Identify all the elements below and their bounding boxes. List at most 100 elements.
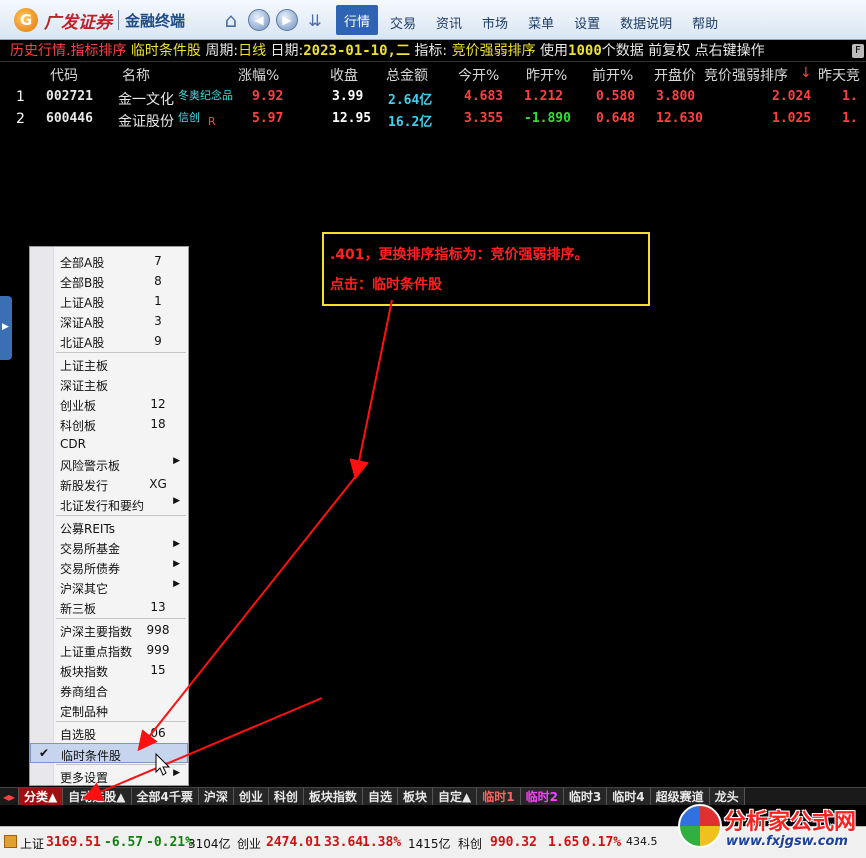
column-header[interactable]: 竞价强弱排序: [704, 65, 788, 85]
popup-menu-label: 上证重点指数: [60, 645, 133, 659]
popup-menu-item[interactable]: 科创板 18: [30, 414, 188, 434]
chevron-right-icon: ▶: [2, 322, 9, 332]
popup-menu-item[interactable]: 券商组合: [30, 680, 188, 700]
popup-menu-label: 科创板: [60, 419, 97, 433]
back-icon[interactable]: ◀: [248, 9, 270, 31]
popup-menu-item[interactable]: 定制品种: [30, 700, 188, 720]
cell-amt: 16.2亿: [388, 115, 433, 130]
cy-index-amount: 1415亿: [408, 837, 451, 851]
popup-menu-label: 更多设置: [60, 771, 109, 785]
popup-menu-item[interactable]: 上证A股 1: [30, 291, 188, 311]
double-chevron-down-icon[interactable]: ⇊: [304, 9, 326, 31]
tab-scroll-arrows[interactable]: ◂▸: [0, 788, 20, 805]
home-icon[interactable]: ⌂: [220, 8, 242, 32]
side-panel-toggle[interactable]: ▶: [0, 296, 12, 360]
bottom-tab[interactable]: 自定▲: [432, 788, 478, 805]
condition-name: 临时条件股: [130, 43, 201, 59]
column-header[interactable]: 昨天竞: [818, 65, 860, 85]
column-header[interactable]: 开盘价: [654, 65, 696, 85]
bottom-tab[interactable]: 自动选股▲: [63, 788, 132, 805]
popup-menu-label: 深证主板: [60, 379, 109, 393]
popup-menu-item[interactable]: 板块指数 15: [30, 660, 188, 680]
cell-zk: 1.212: [524, 89, 564, 104]
popup-menu-item[interactable]: 交易所基金 ▶: [30, 537, 188, 557]
view-mode: 历史行情.指标排序: [10, 43, 127, 59]
popup-menu-item[interactable]: 创业板 12: [30, 394, 188, 414]
column-header[interactable]: 涨幅%: [238, 65, 279, 85]
popup-menu-label: 公募REITs: [60, 522, 116, 536]
bottom-tab[interactable]: 沪深: [198, 788, 234, 805]
adjust-mode[interactable]: 前复权: [648, 43, 690, 59]
menu-item[interactable]: 帮助: [684, 9, 726, 35]
popup-menu-item[interactable]: 公募REITs: [30, 517, 188, 537]
kc-index-value: 990.32: [490, 835, 537, 850]
column-header[interactable]: ↓: [800, 65, 812, 81]
kc-index-label: 科创: [458, 837, 483, 851]
popup-menu-item[interactable]: 北证A股 9: [30, 331, 188, 351]
popup-menu-shortcut: 18: [150, 417, 166, 431]
checkmark-icon: ✔: [39, 746, 50, 760]
popup-menu-item[interactable]: CDR: [30, 434, 188, 454]
column-header[interactable]: 收盘: [330, 65, 358, 85]
cy-index-change: 33.64: [324, 835, 364, 850]
column-header[interactable]: 前开%: [592, 65, 633, 85]
popup-menu-item[interactable]: 全部A股 7: [30, 251, 188, 271]
bottom-tab[interactable]: 临时2: [520, 788, 564, 805]
use-label: 使用: [540, 43, 569, 59]
menu-item[interactable]: 设置: [566, 9, 608, 35]
popup-menu-item[interactable]: 北证发行和要约 ▶: [30, 494, 188, 514]
popup-menu-label: 定制品种: [60, 705, 109, 719]
popup-menu-item[interactable]: 风险警示板 ▶: [30, 454, 188, 474]
popup-menu-item[interactable]: 沪深主要指数 998: [30, 620, 188, 640]
bottom-tab[interactable]: 板块: [397, 788, 433, 805]
title-expand-icon[interactable]: F: [852, 44, 864, 58]
status-icon[interactable]: [4, 835, 17, 848]
popup-menu-item[interactable]: ✔ 临时条件股: [30, 743, 188, 763]
period-value: 日线: [238, 43, 267, 59]
logo: G 广发证券 金融终端: [14, 7, 185, 33]
column-header[interactable]: 昨开%: [526, 65, 567, 85]
menu-item[interactable]: 数据说明: [612, 9, 680, 35]
bottom-tab[interactable]: 临时4: [607, 788, 651, 805]
category-popup-menu: 全部A股 7 全部B股 8 上证A股 1 深证A股 3 北证A股 9 上证主板 深证主板 创业板 12 科创…: [29, 246, 189, 786]
bottom-tab[interactable]: 临时3: [563, 788, 608, 805]
forward-icon[interactable]: ▶: [276, 9, 298, 31]
popup-menu-item[interactable]: 交易所债券 ▶: [30, 557, 188, 577]
menu-item[interactable]: 菜单: [520, 9, 562, 35]
popup-menu-item[interactable]: 新股发行 XG: [30, 474, 188, 494]
bottom-tab[interactable]: 全部4千票: [131, 788, 199, 805]
menu-item[interactable]: 资讯: [428, 9, 470, 35]
popup-menu-item[interactable]: 上证主板: [30, 354, 188, 374]
popup-menu-item[interactable]: 全部B股 8: [30, 271, 188, 291]
popup-menu-item[interactable]: 深证A股 3: [30, 311, 188, 331]
menu-item[interactable]: 交易: [382, 9, 424, 35]
bottom-tab[interactable]: 自选: [362, 788, 398, 805]
cell-prev: 1.: [842, 111, 858, 126]
column-header[interactable]: 名称: [122, 65, 150, 85]
submenu-arrow-icon: ▶: [173, 496, 180, 506]
popup-menu-item[interactable]: 上证重点指数 999: [30, 640, 188, 660]
bottom-tab[interactable]: 临时1: [477, 788, 521, 805]
menu-item[interactable]: 市场: [474, 9, 516, 35]
bottom-tab[interactable]: 分类▲: [19, 788, 64, 805]
popup-menu-label: 自选股: [60, 728, 97, 742]
table-row[interactable]: 1 002721 金一文化 冬奥纪念品 9.92 3.99 2.64亿 4.683 1.212 0…: [0, 87, 866, 109]
menu-item[interactable]: 行情: [336, 5, 379, 35]
popup-menu-label: 北证发行和要约: [60, 499, 145, 513]
popup-menu-item[interactable]: 沪深其它 ▶: [30, 577, 188, 597]
popup-menu-item[interactable]: 深证主板: [30, 374, 188, 394]
popup-menu-item[interactable]: 自选股 06: [30, 723, 188, 743]
column-header[interactable]: 总金额: [386, 65, 428, 85]
popup-menu-item[interactable]: 新三板 13: [30, 597, 188, 617]
bottom-tab[interactable]: 创业: [233, 788, 269, 805]
bottom-tab[interactable]: 科创: [268, 788, 304, 805]
table-row[interactable]: 2 600446 金证股份 信创 R 5.97 12.95 16.2亿 3.355 -1.890 0…: [0, 109, 866, 131]
popup-menu-shortcut: 12: [150, 397, 166, 411]
bottom-tab[interactable]: 板块指数: [303, 788, 363, 805]
column-header[interactable]: 代码: [50, 65, 78, 85]
column-header[interactable]: 今开%: [458, 65, 499, 85]
cell-open: 12.630: [656, 111, 703, 126]
popup-menu-item[interactable]: 更多设置 ▶: [30, 766, 188, 786]
popup-menu-label: CDR: [60, 437, 86, 451]
top-bar: G 广发证券 金融终端 ⌂ ◀ ▶ ⇊ 行情 交易 资讯 市场 菜单 设置 数据说明 帮助: [0, 0, 866, 40]
